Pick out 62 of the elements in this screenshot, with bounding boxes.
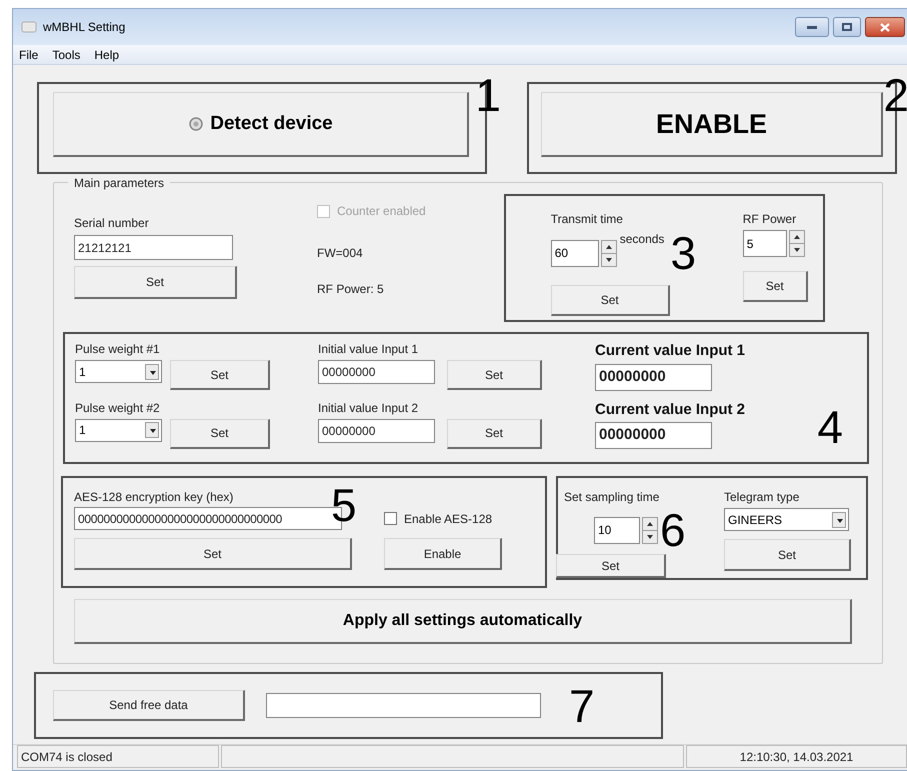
checkbox[interactable]: Enable AES-128 <box>384 510 492 528</box>
text-field[interactable]: 00000000 <box>595 422 712 449</box>
set-button[interactable]: Set <box>447 418 542 448</box>
dropdown[interactable]: 1 <box>75 360 162 383</box>
dropdown[interactable]: GINEERS <box>724 508 849 531</box>
set-button[interactable]: Set <box>556 554 666 578</box>
field-label: Pulse weight #2 <box>75 400 160 416</box>
spin-buttons[interactable] <box>642 516 658 544</box>
field-label: FW=004 <box>317 245 363 262</box>
maximize-button[interactable] <box>833 17 861 37</box>
enable-button[interactable]: ENABLE <box>541 92 883 157</box>
spin-buttons[interactable] <box>600 240 617 266</box>
field-label: Pulse weight #1 <box>75 341 160 358</box>
status-pane: COM74 is closed <box>17 745 219 768</box>
set-button[interactable]: Set <box>724 539 851 571</box>
field-label: RF Power: 5 <box>317 281 384 298</box>
close-button[interactable] <box>865 17 905 37</box>
window-title: wMBHL Setting <box>43 19 126 36</box>
callout-number: 7 <box>569 682 595 728</box>
field-label: RF Power <box>742 211 796 228</box>
callout-number: 3 <box>670 230 696 276</box>
field-label: Telegram type <box>724 489 800 506</box>
field-label: Set sampling time <box>564 489 660 506</box>
set-button[interactable]: Set <box>447 360 542 390</box>
menu-item[interactable]: Help <box>94 46 120 64</box>
set-button[interactable]: Set <box>742 271 808 302</box>
apply-settings-button[interactable]: Apply all settings automatically <box>74 599 852 644</box>
field-label: Transmit time <box>550 211 623 228</box>
field-label: Current value Input 1 <box>595 341 746 361</box>
set-button[interactable]: Set <box>170 418 270 448</box>
number-field[interactable]: 5 <box>742 230 787 257</box>
number-field[interactable]: 10 <box>594 516 640 544</box>
crosshair-icon <box>188 116 204 132</box>
field-label: Initial value Input 1 <box>318 341 418 358</box>
set-button[interactable]: Set <box>170 360 270 390</box>
text-field[interactable]: 00000000 <box>318 360 435 384</box>
field-label: AES-128 encryption key (hex) <box>74 489 234 506</box>
field-label: Initial value Input 2 <box>318 400 418 416</box>
set-button[interactable]: Set <box>550 285 670 316</box>
menu-item[interactable]: File <box>19 46 38 64</box>
menu-item[interactable]: Tools <box>52 46 80 64</box>
field-label: Current value Input 2 <box>595 400 746 420</box>
set-button[interactable]: Set <box>74 266 237 299</box>
callout-number: 4 <box>817 404 843 450</box>
detect-device-button[interactable]: Detect device <box>53 92 469 157</box>
field-label: seconds <box>620 231 664 248</box>
status-pane: 12:10:30, 14.03.2021 <box>686 745 907 768</box>
callout-number: 6 <box>660 507 686 553</box>
set-button[interactable]: Enable <box>384 538 502 570</box>
app-icon <box>21 20 37 34</box>
set-button[interactable]: Send free data <box>53 690 245 721</box>
field-label: Serial number <box>74 215 149 232</box>
text-field[interactable] <box>266 693 541 718</box>
dropdown[interactable]: 1 <box>75 418 162 442</box>
text-field[interactable]: 21212121 <box>74 235 233 260</box>
close-icon <box>880 22 890 32</box>
number-field[interactable]: 60 <box>550 240 599 266</box>
minimize-button[interactable] <box>795 17 829 37</box>
spin-buttons[interactable] <box>788 230 805 257</box>
text-field[interactable]: 00000000 <box>595 364 712 390</box>
text-field[interactable]: 00000000 <box>318 418 435 442</box>
set-button[interactable]: Set <box>74 538 352 570</box>
